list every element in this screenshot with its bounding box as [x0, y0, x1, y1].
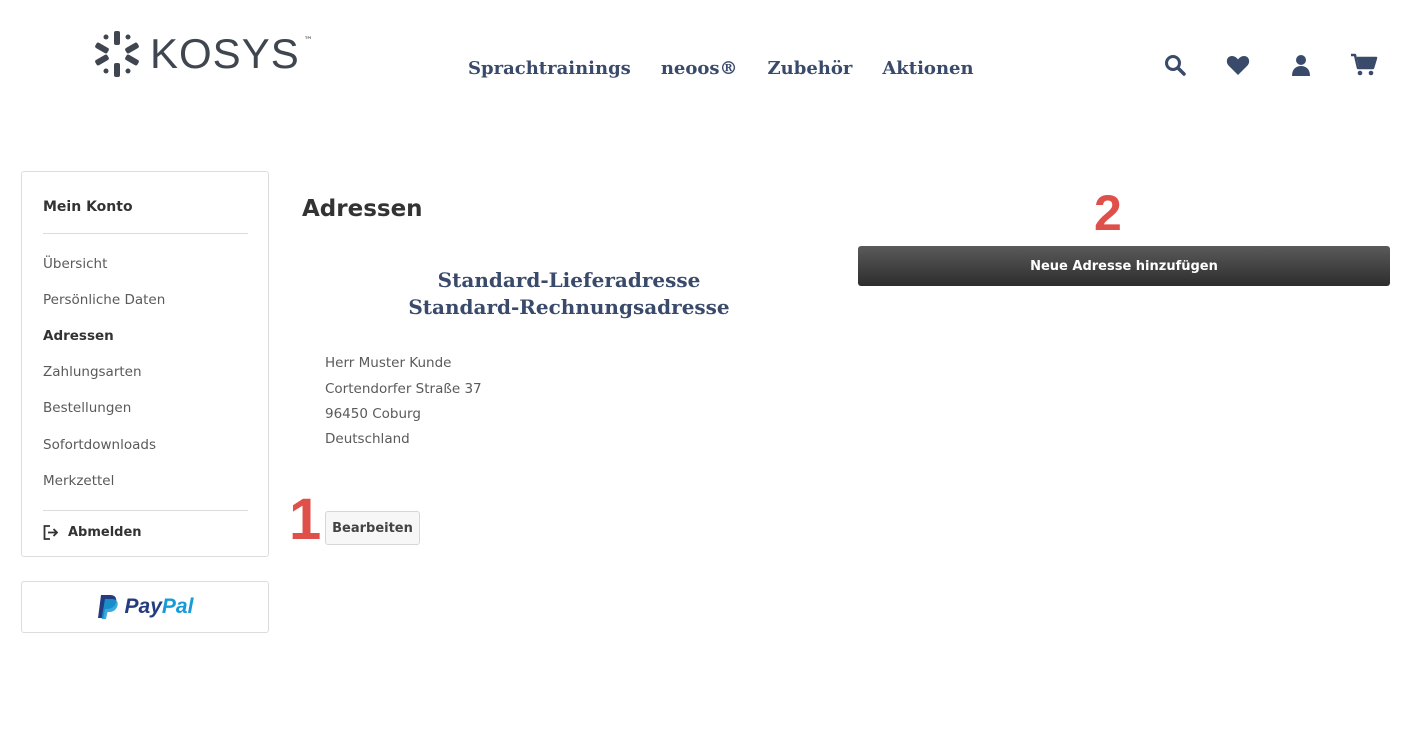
kosys-logo[interactable]: KOSYS ™: [92, 28, 314, 80]
search-icon[interactable]: [1158, 50, 1192, 80]
account-sidebar: Mein Konto Übersicht Persönliche Daten A…: [21, 171, 269, 557]
nav-item-zubehoer[interactable]: Zubehör: [768, 58, 853, 79]
logout-icon: [43, 525, 59, 540]
user-icon[interactable]: [1284, 50, 1318, 80]
sidebar-item-sofortdownloads[interactable]: Sofortdownloads: [43, 437, 156, 453]
paypal-button[interactable]: PayPal: [21, 581, 269, 633]
nav-item-aktionen[interactable]: Aktionen: [882, 58, 973, 79]
trademark: ™: [303, 36, 314, 46]
site-header: KOSYS ™ Sprachtrainings neoos® Zubehör Ak…: [0, 0, 1421, 120]
address-line-street: Cortendorfer Straße 37: [325, 381, 482, 397]
edit-address-button[interactable]: Bearbeiten: [325, 511, 420, 545]
sidebar-divider-bottom: [43, 510, 248, 511]
sidebar-item-bestellungen[interactable]: Bestellungen: [43, 400, 131, 416]
heart-icon[interactable]: [1221, 50, 1255, 80]
main-nav: Sprachtrainings neoos® Zubehör Aktionen: [468, 58, 974, 79]
sidebar-item-zahlungsarten[interactable]: Zahlungsarten: [43, 364, 142, 380]
page-title: Adressen: [302, 196, 423, 222]
address-line-country: Deutschland: [325, 431, 410, 447]
nav-item-sprachtrainings[interactable]: Sprachtrainings: [468, 58, 631, 79]
kosys-logo-icon: [95, 31, 139, 77]
sidebar-item-adressen[interactable]: Adressen: [43, 328, 114, 344]
address-heading-delivery: Standard-Lieferadresse: [437, 268, 701, 292]
brand-name: KOSYS ™: [150, 30, 314, 77]
header-icons: [1158, 50, 1381, 80]
sidebar-item-merkzettel[interactable]: Merkzettel: [43, 473, 114, 489]
sidebar-item-uebersicht[interactable]: Übersicht: [43, 256, 107, 272]
annotation-marker-2: 2: [1094, 185, 1122, 241]
cart-icon[interactable]: [1347, 50, 1381, 80]
annotation-marker-1: 1: [289, 487, 322, 552]
paypal-wordmark: PayPal: [124, 595, 194, 618]
address-line-name: Herr Muster Kunde: [325, 355, 452, 371]
sidebar-item-persoenliche-daten[interactable]: Persönliche Daten: [43, 292, 165, 308]
paypal-logo-icon: [97, 595, 118, 619]
address-heading-billing: Standard-Rechnungsadresse: [408, 295, 730, 319]
add-address-button[interactable]: Neue Adresse hinzufügen: [858, 246, 1390, 286]
logout-link[interactable]: Abmelden: [43, 525, 142, 540]
sidebar-divider: [43, 233, 248, 234]
nav-item-neoos[interactable]: neoos®: [661, 58, 738, 79]
address-line-city: 96450 Coburg: [325, 406, 421, 422]
sidebar-title: Mein Konto: [43, 199, 133, 215]
logout-label: Abmelden: [68, 525, 142, 540]
